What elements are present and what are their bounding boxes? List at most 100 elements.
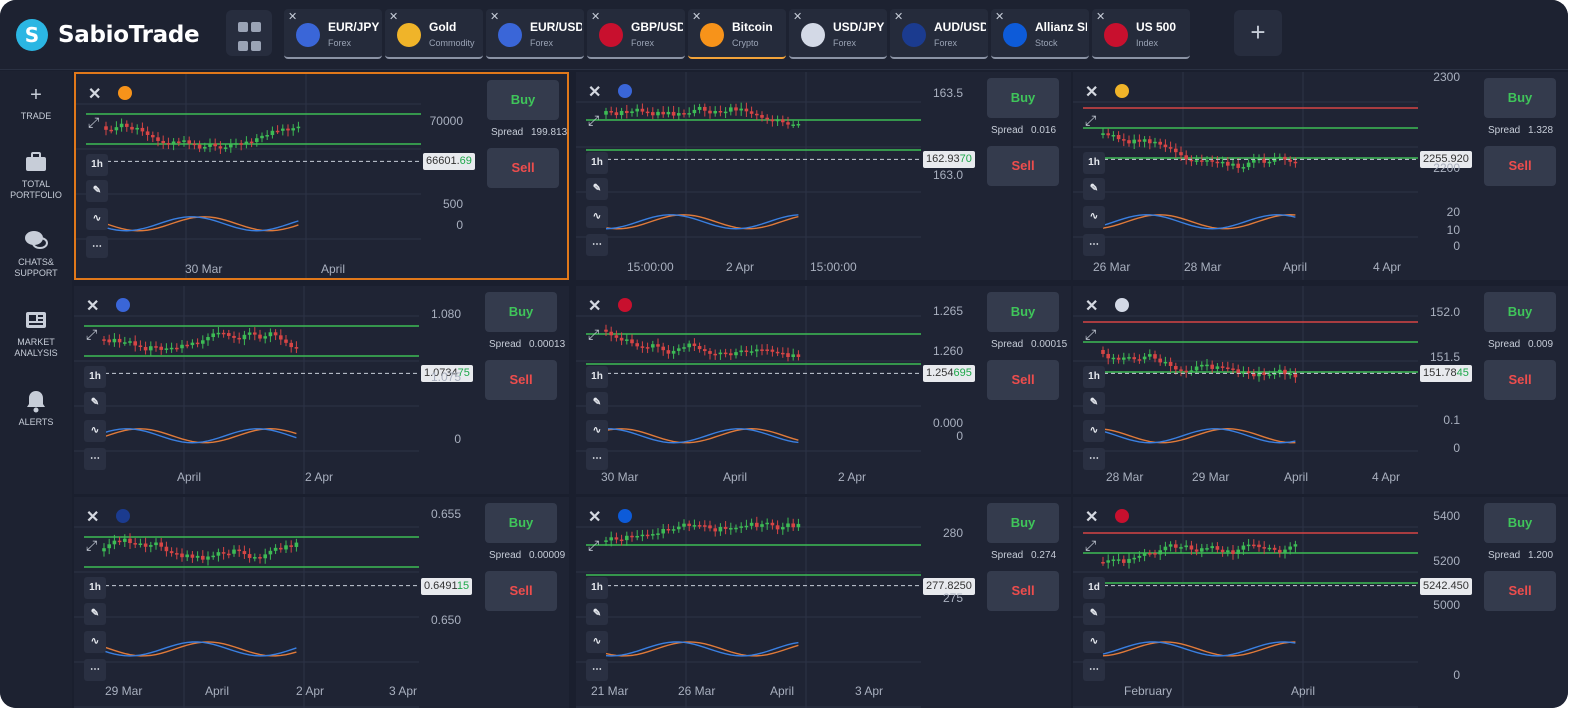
price-chart[interactable]: [576, 286, 921, 494]
buy-button[interactable]: Buy: [987, 292, 1059, 332]
tab-allianz-se[interactable]: ✕ Allianz SE Stock: [991, 9, 1089, 59]
chart-panel-allianz-se[interactable]: ✕ ⤢ 1h ✎ ∿ ⋯ Buy Sell Spread 0.274 277.8250 280 275 2…: [576, 497, 1071, 708]
chart-panel-eur-usd[interactable]: ✕ ⤢ 1h ✎ ∿ ⋯ Buy Sell Spread 0.00013 1.073475 1.080…: [74, 286, 569, 494]
tab-aud-usd[interactable]: ✕ AUD/USD Forex: [890, 9, 988, 59]
timeframe-button[interactable]: 1h: [84, 366, 106, 388]
sidebar-item-total-portfolio[interactable]: TOTAL PORTFOLIO: [0, 151, 72, 201]
more-button[interactable]: ⋯: [1083, 234, 1105, 256]
tab-usd-jpy[interactable]: ✕ USD/JPY Forex: [789, 9, 887, 59]
buy-button[interactable]: Buy: [485, 503, 557, 543]
sidebar-item-chats-support[interactable]: CHATS& SUPPORT: [0, 229, 72, 279]
timeframe-button[interactable]: 1h: [84, 577, 106, 599]
chart-panel-us-500[interactable]: ✕ ⤢ 1d ✎ ∿ ⋯ Buy Sell Spread 1.200 5242.450 5400 520…: [1073, 497, 1568, 708]
tab-bitcoin[interactable]: ✕ Bitcoin Crypto: [688, 9, 786, 59]
indicator-button[interactable]: ∿: [586, 631, 608, 653]
timeframe-button[interactable]: 1h: [86, 154, 108, 176]
buy-button[interactable]: Buy: [987, 503, 1059, 543]
draw-tool-button[interactable]: ✎: [586, 178, 608, 200]
close-tab-icon[interactable]: ✕: [894, 10, 903, 23]
tab-gold[interactable]: ✕ Gold Commodity: [385, 9, 483, 59]
draw-tool-button[interactable]: ✎: [586, 392, 608, 414]
price-chart[interactable]: [74, 497, 419, 708]
sell-button[interactable]: Sell: [485, 360, 557, 400]
expand-icon[interactable]: ⤢: [88, 114, 99, 131]
sidebar-item-market-analysis[interactable]: MARKET ANALYSIS: [0, 309, 72, 359]
expand-icon[interactable]: ⤢: [1085, 326, 1096, 343]
price-chart[interactable]: [1073, 497, 1418, 708]
more-button[interactable]: ⋯: [86, 236, 108, 258]
close-chart-icon[interactable]: ✕: [1085, 82, 1098, 102]
sell-button[interactable]: Sell: [987, 571, 1059, 611]
timeframe-button[interactable]: 1h: [1083, 152, 1105, 174]
buy-button[interactable]: Buy: [485, 292, 557, 332]
tab-gbp-usd[interactable]: ✕ GBP/USD Forex: [587, 9, 685, 59]
more-button[interactable]: ⋯: [1083, 659, 1105, 681]
draw-tool-button[interactable]: ✎: [586, 603, 608, 625]
draw-tool-button[interactable]: ✎: [1083, 603, 1105, 625]
close-chart-icon[interactable]: ✕: [588, 82, 601, 102]
buy-button[interactable]: Buy: [487, 80, 559, 120]
close-tab-icon[interactable]: ✕: [389, 10, 398, 23]
close-tab-icon[interactable]: ✕: [1096, 10, 1105, 23]
price-chart[interactable]: [76, 74, 421, 280]
close-chart-icon[interactable]: ✕: [588, 507, 601, 527]
sell-button[interactable]: Sell: [485, 571, 557, 611]
sell-button[interactable]: Sell: [1484, 146, 1556, 186]
chart-panel-bitcoin[interactable]: ✕ ⤢ 1h ✎ ∿ ⋯ Buy Sell Spread 199.813 66601.69 70000…: [74, 72, 569, 280]
layout-grid-button[interactable]: [226, 10, 272, 56]
close-chart-icon[interactable]: ✕: [86, 507, 99, 527]
chart-panel-gold[interactable]: ✕ ⤢ 1h ✎ ∿ ⋯ Buy Sell Spread 1.328 2255.920 2300 220…: [1073, 72, 1568, 280]
close-tab-icon[interactable]: ✕: [793, 10, 802, 23]
indicator-button[interactable]: ∿: [84, 631, 106, 653]
close-chart-icon[interactable]: ✕: [88, 84, 101, 104]
price-chart[interactable]: [1073, 72, 1418, 280]
close-chart-icon[interactable]: ✕: [588, 296, 601, 316]
timeframe-button[interactable]: 1h: [586, 152, 608, 174]
timeframe-button[interactable]: 1h: [586, 577, 608, 599]
buy-button[interactable]: Buy: [1484, 292, 1556, 332]
buy-button[interactable]: Buy: [1484, 503, 1556, 543]
more-button[interactable]: ⋯: [84, 448, 106, 470]
sidebar-item-alerts[interactable]: ALERTS: [0, 389, 72, 428]
buy-button[interactable]: Buy: [987, 78, 1059, 118]
tab-eur-usd[interactable]: ✕ EUR/USD Forex: [486, 9, 584, 59]
expand-icon[interactable]: ⤢: [1085, 112, 1096, 129]
expand-icon[interactable]: ⤢: [86, 326, 97, 343]
chart-panel-gbp-usd[interactable]: ✕ ⤢ 1h ✎ ∿ ⋯ Buy Sell Spread 0.00015 1.254695 1.265…: [576, 286, 1071, 494]
draw-tool-button[interactable]: ✎: [84, 392, 106, 414]
buy-button[interactable]: Buy: [1484, 78, 1556, 118]
more-button[interactable]: ⋯: [84, 659, 106, 681]
timeframe-button[interactable]: 1d: [1083, 577, 1105, 599]
indicator-button[interactable]: ∿: [1083, 206, 1105, 228]
indicator-button[interactable]: ∿: [84, 420, 106, 442]
close-tab-icon[interactable]: ✕: [288, 10, 297, 23]
price-chart[interactable]: [576, 72, 921, 280]
indicator-button[interactable]: ∿: [586, 420, 608, 442]
indicator-button[interactable]: ∿: [586, 206, 608, 228]
price-chart[interactable]: [1073, 286, 1418, 494]
draw-tool-button[interactable]: ✎: [1083, 392, 1105, 414]
close-chart-icon[interactable]: ✕: [1085, 296, 1098, 316]
draw-tool-button[interactable]: ✎: [84, 603, 106, 625]
expand-icon[interactable]: ⤢: [1085, 537, 1096, 554]
timeframe-button[interactable]: 1h: [586, 366, 608, 388]
expand-icon[interactable]: ⤢: [588, 112, 599, 129]
indicator-button[interactable]: ∿: [1083, 631, 1105, 653]
expand-icon[interactable]: ⤢: [588, 326, 599, 343]
close-chart-icon[interactable]: ✕: [86, 296, 99, 316]
more-button[interactable]: ⋯: [586, 448, 608, 470]
chart-panel-eur-jpy[interactable]: ✕ ⤢ 1h ✎ ∿ ⋯ Buy Sell Spread 0.016 162.9370 163.5 16…: [576, 72, 1071, 280]
more-button[interactable]: ⋯: [586, 234, 608, 256]
draw-tool-button[interactable]: ✎: [86, 180, 108, 202]
price-chart[interactable]: [74, 286, 419, 494]
chart-panel-usd-jpy[interactable]: ✕ ⤢ 1h ✎ ∿ ⋯ Buy Sell Spread 0.009 151.7845 152.0 15…: [1073, 286, 1568, 494]
sell-button[interactable]: Sell: [987, 146, 1059, 186]
more-button[interactable]: ⋯: [586, 659, 608, 681]
add-tab-button[interactable]: +: [1234, 10, 1282, 56]
more-button[interactable]: ⋯: [1083, 448, 1105, 470]
close-tab-icon[interactable]: ✕: [591, 10, 600, 23]
timeframe-button[interactable]: 1h: [1083, 366, 1105, 388]
expand-icon[interactable]: ⤢: [86, 537, 97, 554]
indicator-button[interactable]: ∿: [86, 208, 108, 230]
close-tab-icon[interactable]: ✕: [692, 10, 701, 23]
